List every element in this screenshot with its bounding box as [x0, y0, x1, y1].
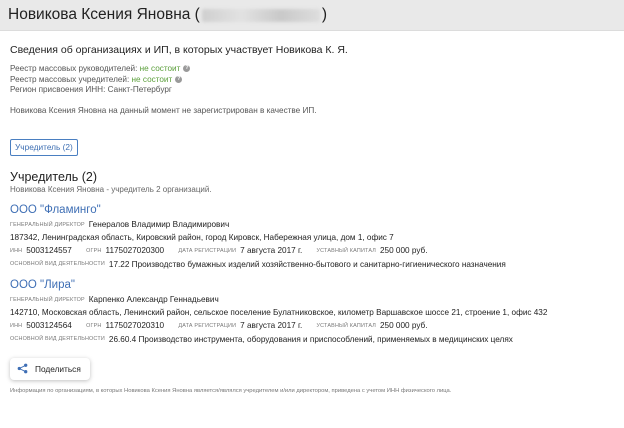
help-icon[interactable]: ?: [183, 65, 191, 73]
inn-value: 5003124557: [26, 246, 72, 256]
org-activity-row: ОСНОВНОЙ ВИД ДЕЯТЕЛЬНОСТИ 26.60.4 Произво…: [10, 334, 614, 344]
help-icon[interactable]: ?: [175, 75, 183, 83]
share-label: Поделиться: [35, 363, 81, 374]
mass-directors-label: Реестр массовых руководителей:: [10, 64, 140, 73]
reg-date-label: ДАТА РЕГИСТРАЦИИ: [178, 322, 237, 329]
mass-directors-status: не состоит: [139, 64, 181, 73]
org-activity-row: ОСНОВНОЙ ВИД ДЕЯТЕЛЬНОСТИ 17.22 Производс…: [10, 259, 614, 269]
mass-founders-label: Реестр массовых учредителей:: [10, 74, 132, 84]
activity-label: ОСНОВНОЙ ВИД ДЕЯТЕЛЬНОСТИ: [10, 336, 105, 343]
mass-founders-status: не состоит: [131, 74, 173, 84]
share-icon: [17, 363, 28, 374]
reg-date-value: 7 августа 2017 г.: [240, 246, 303, 256]
director-name: Карпенко Александр Геннадьевич: [88, 295, 219, 305]
mass-directors-row: Реестр массовых руководителей: не состои…: [10, 64, 614, 75]
capital-label: УСТАВНЫЙ КАПИТАЛ: [316, 247, 376, 254]
reg-date-value: 7 августа 2017 г.: [240, 321, 303, 331]
page-header: Новикова Ксения Яновна (): [0, 0, 624, 31]
capital-value: 250 000 руб.: [380, 321, 428, 331]
org-ids-row: ИНН 5003124557 ОГРН 1175027020300 ДАТА РЕГ…: [10, 246, 614, 255]
header-close-paren: ): [321, 6, 328, 23]
footer-note: Информация по организациям, в которых Но…: [10, 387, 452, 394]
activity-value: 26.60.4 Производство инструмента, оборуд…: [108, 334, 513, 344]
org-director-row: ГЕНЕРАЛЬНЫЙ ДИРЕКТОР Карпенко Александр Г…: [10, 295, 614, 304]
ip-note: Новикова Ксения Яновна на данный момент …: [10, 105, 317, 115]
org-card: ООО "Лира" ГЕНЕРАЛЬНЫЙ ДИРЕКТОР Карпенко …: [10, 279, 614, 344]
inn-label: ИНН: [10, 322, 23, 329]
org-name-link[interactable]: ООО "Лира": [10, 279, 614, 291]
activity-label: ОСНОВНОЙ ВИД ДЕЯТЕЛЬНОСТИ: [10, 261, 105, 268]
person-name: Новикова Ксения Яновна (: [8, 6, 200, 23]
org-address: 142710, Московская область, Ленинский ра…: [10, 308, 548, 318]
org-ids-row: ИНН 5003124564 ОГРН 1175027020310 ДАТА РЕГ…: [10, 321, 614, 330]
director-name: Генералов Владимир Владимирович: [88, 220, 230, 230]
activity-value: 17.22 Производство бумажных изделий хозя…: [108, 259, 506, 269]
capital-label: УСТАВНЫЙ КАПИТАЛ: [316, 322, 376, 329]
capital-value: 250 000 руб.: [380, 246, 428, 256]
section-subtitle: Новикова Ксения Яновна - учредитель 2 ор…: [10, 184, 212, 194]
org-card: ООО "Фламинго" ГЕНЕРАЛЬНЫЙ ДИРЕКТОР Генер…: [10, 204, 614, 269]
mass-founders-row: Реестр массовых учредителей: не состоит?: [10, 75, 614, 86]
director-label: ГЕНЕРАЛЬНЫЙ ДИРЕКТОР: [10, 296, 85, 303]
ogrn-value: 1175027020300: [105, 246, 165, 256]
section-title: Учредитель (2): [10, 169, 98, 184]
org-name-link[interactable]: ООО "Фламинго": [10, 204, 614, 216]
inn-value: 5003124564: [26, 321, 72, 331]
founder-tab-button[interactable]: Учредитель (2): [10, 138, 78, 156]
redacted-inn: [201, 8, 320, 22]
org-address: 187342, Ленинградская область, Кировский…: [10, 233, 394, 243]
inn-region: Регион присвоения ИНН: Санкт-Петербург: [10, 85, 172, 95]
ogrn-label: ОГРН: [86, 247, 102, 254]
share-button[interactable]: Поделиться: [10, 357, 90, 380]
director-label: ГЕНЕРАЛЬНЫЙ ДИРЕКТОР: [10, 221, 85, 228]
summary-title: Сведения об организациях и ИП, в которых…: [10, 44, 348, 56]
ogrn-label: ОГРН: [86, 322, 102, 329]
ogrn-value: 1175027020310: [105, 321, 165, 331]
reg-date-label: ДАТА РЕГИСТРАЦИИ: [178, 247, 237, 254]
org-director-row: ГЕНЕРАЛЬНЫЙ ДИРЕКТОР Генералов Владимир В…: [10, 220, 614, 229]
inn-label: ИНН: [10, 247, 23, 254]
main-content: Сведения об организациях и ИП, в которых…: [0, 44, 624, 394]
summary-info: Реестр массовых руководителей: не состои…: [10, 64, 614, 96]
